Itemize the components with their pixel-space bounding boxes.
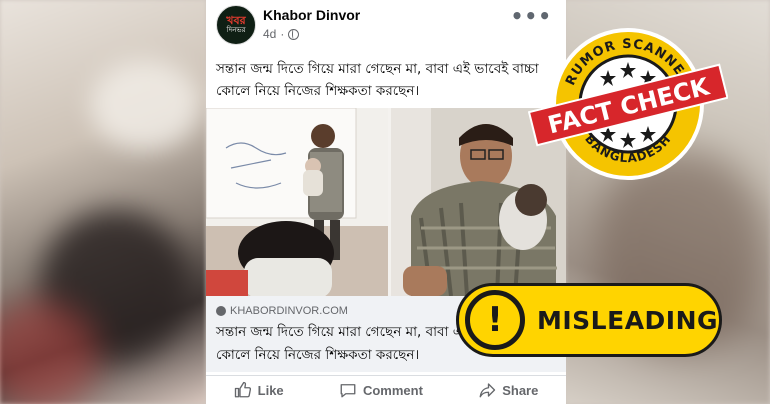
like-button[interactable]: Like bbox=[234, 381, 284, 399]
post-header: খবর দিনভর Khabor Dinvor 4d · ••• bbox=[206, 0, 566, 50]
avatar-logo-text: খবর bbox=[226, 14, 246, 27]
share-label: Share bbox=[502, 382, 539, 398]
photo-classroom-wide bbox=[206, 108, 388, 296]
comment-icon bbox=[340, 384, 356, 398]
post-actions-bar: Like Comment Share bbox=[206, 375, 566, 404]
post-photo[interactable] bbox=[206, 108, 566, 296]
share-icon bbox=[479, 383, 496, 398]
fact-check-seal: RUMOR SCANNER BANGLADESH FACT CHECK bbox=[527, 22, 729, 182]
misleading-badge: ! MISLEADING bbox=[456, 283, 722, 357]
badge-label: MISLEADING bbox=[537, 305, 719, 335]
share-button[interactable]: Share bbox=[478, 381, 538, 399]
avatar-logo-subtext: দিনভর bbox=[226, 26, 246, 34]
post-time[interactable]: 4d bbox=[263, 27, 276, 41]
warning-icon: ! bbox=[465, 290, 525, 350]
post-meta: 4d · bbox=[263, 27, 300, 41]
page-name-link[interactable]: Khabor Dinvor bbox=[263, 7, 360, 23]
comment-button[interactable]: Comment bbox=[339, 381, 423, 399]
like-label: Like bbox=[257, 382, 284, 398]
globe-icon bbox=[288, 28, 300, 40]
post-caption: সন্তান জন্ম দিতে গিয়ে মারা গেছেন মা, বা… bbox=[216, 61, 539, 99]
thumbs-up-icon bbox=[234, 381, 251, 398]
background-left-blur bbox=[0, 0, 206, 404]
link-domain: KHABORDINVOR.COM bbox=[216, 305, 348, 317]
page-avatar[interactable]: খবর দিনভর bbox=[216, 5, 256, 45]
comment-label: Comment bbox=[362, 382, 423, 398]
link-icon bbox=[216, 306, 226, 316]
